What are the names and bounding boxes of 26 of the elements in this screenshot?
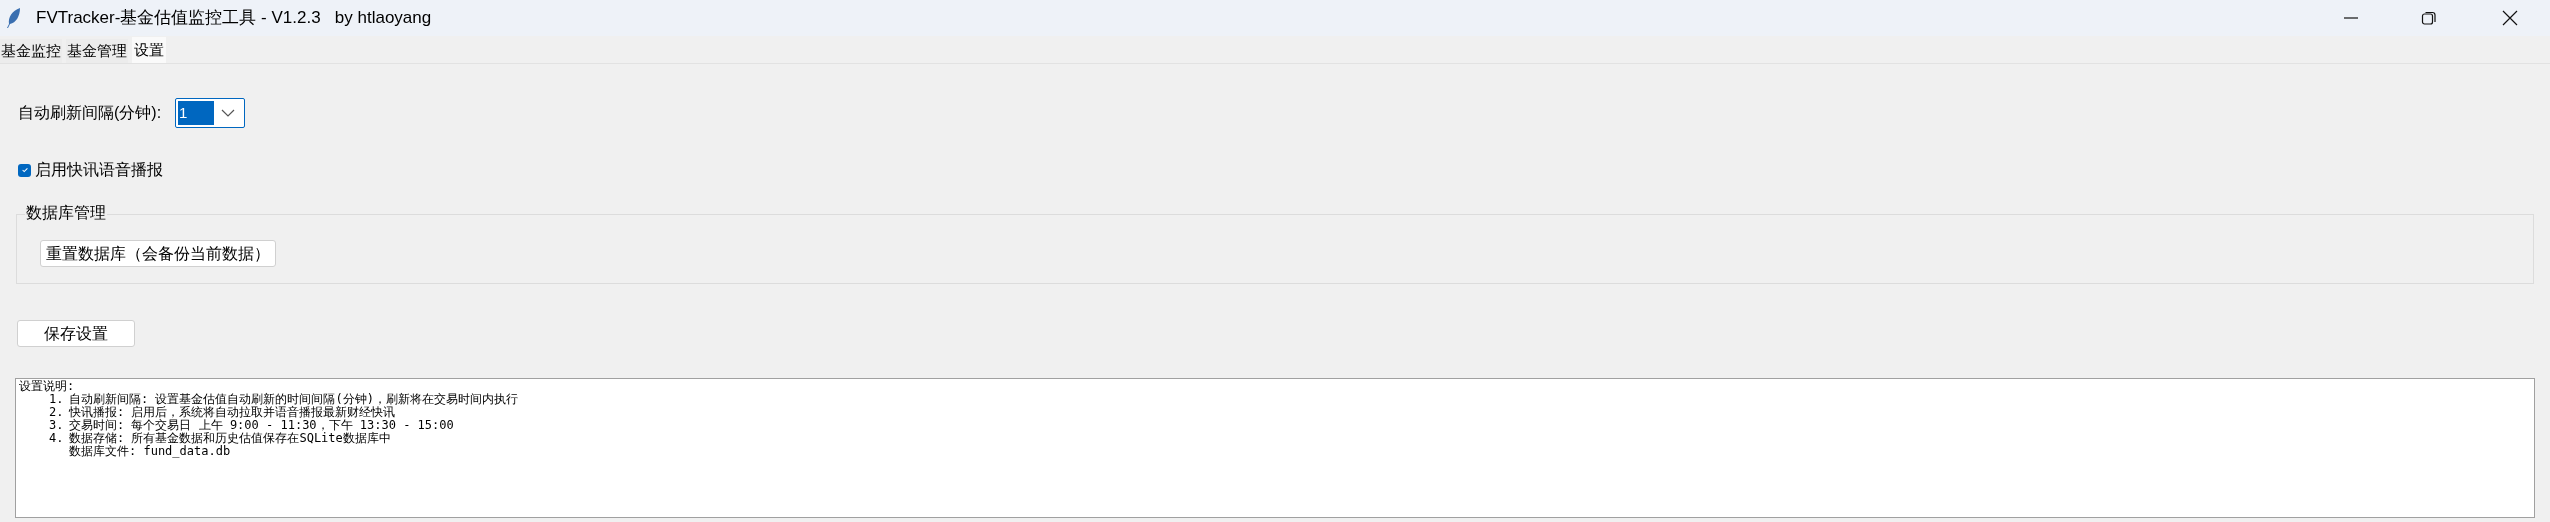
restore-icon[interactable] [2421, 10, 2437, 26]
interval-dropdown[interactable]: 1 [175, 98, 246, 128]
save-settings-button[interactable]: 保存设置 [17, 320, 135, 347]
note-number: 3. [49, 419, 65, 432]
note-number: 1. [49, 393, 65, 406]
notes-text-area[interactable]: 设置说明: 1. 自动刷新间隔: 设置基金估值自动刷新的时间间隔(分钟)，刷新将在交易时间内执行 2. 快讯播报: 启用后，系统将自动拉取并语音播报最新财经快讯 3. 交易时间: 每个交易日 上午 9:00 - 11:30，下午 13:30 - 15:00 4. 数据存储: 所有基金数据和历史估值保存在SQLite数据库中 数据库文件: fund_data.db [15, 378, 2535, 518]
tab[interactable]: 基金管理 [66, 39, 128, 63]
voice-checkbox[interactable] [18, 163, 31, 177]
note-text: 快讯播报: 启用后，系统将自动拉取并语音播报最新财经快讯 [69, 406, 396, 419]
note-text: 数据存储: 所有基金数据和历史估值保存在SQLite数据库中 [69, 432, 391, 445]
note-number: 2. [49, 406, 65, 419]
caret-icon [221, 109, 236, 117]
note-text: 自动刷新间隔: 设置基金估值自动刷新的时间间隔(分钟)，刷新将在交易时间内执行 [69, 393, 518, 406]
note-text: 数据库文件: fund_data.db [69, 445, 231, 458]
checkmark-icon [20, 166, 29, 174]
reset-database-button[interactable]: 重置数据库（会备份当前数据） [40, 240, 276, 267]
note-number: 4. [49, 432, 65, 445]
refresh-interval-label: 自动刷新间隔(分钟): [18, 103, 162, 123]
note-text: 交易时间: 每个交易日 上午 9:00 - 11:30，下午 13:30 - 15:00 [69, 419, 454, 432]
close-icon[interactable] [2502, 10, 2518, 26]
window-title: FVTracker-基金估值监控工具 - V1.2.3 by htlaoyang [36, 7, 432, 30]
notes-heading: 设置说明: [19, 380, 76, 393]
voice-broadcast-label: 启用快讯语音播报 [35, 160, 163, 180]
feather-icon [6, 7, 22, 29]
tab[interactable]: 设置 [132, 37, 166, 63]
tab[interactable]: 基金监控 [0, 39, 62, 63]
